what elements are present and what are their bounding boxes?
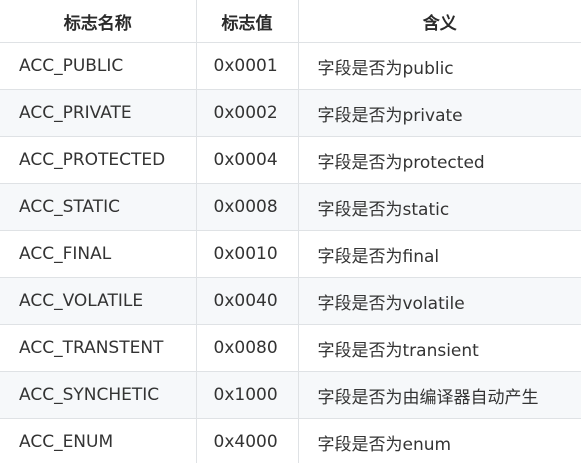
header-meaning: 含义 <box>298 0 581 43</box>
header-row: 标志名称 标志值 含义 <box>0 0 581 43</box>
flag-name-cell: ACC_VOLATILE <box>0 277 197 325</box>
meaning-cell: 字段是否为private <box>298 89 581 137</box>
flag-value-cell: 0x0001 <box>196 42 299 90</box>
meaning-cell: 字段是否为public <box>298 42 581 90</box>
table-row: ACC_PUBLIC 0x0001 字段是否为public <box>0 42 581 90</box>
table-row: ACC_VOLATILE 0x0040 字段是否为volatile <box>0 277 581 325</box>
meaning-cell: 字段是否为final <box>298 230 581 278</box>
flag-value-cell: 0x0080 <box>196 324 299 372</box>
flag-name-cell: ACC_PROTECTED <box>0 136 197 184</box>
meaning-cell: 字段是否为transient <box>298 324 581 372</box>
table-body: ACC_PUBLIC 0x0001 字段是否为public ACC_PRIVAT… <box>0 42 581 463</box>
table-header: 标志名称 标志值 含义 <box>0 0 581 43</box>
flag-name-cell: ACC_PUBLIC <box>0 42 197 90</box>
flag-value-cell: 0x0004 <box>196 136 299 184</box>
flag-name-cell: ACC_ENUM <box>0 418 197 463</box>
access-flags-table: 标志名称 标志值 含义 ACC_PUBLIC 0x0001 字段是否为publi… <box>0 0 581 463</box>
meaning-cell: 字段是否为protected <box>298 136 581 184</box>
flag-value-cell: 0x0002 <box>196 89 299 137</box>
meaning-cell: 字段是否为volatile <box>298 277 581 325</box>
flag-name-cell: ACC_TRANSTENT <box>0 324 197 372</box>
flag-value-cell: 0x0040 <box>196 277 299 325</box>
flag-value-cell: 0x0008 <box>196 183 299 231</box>
flag-name-cell: ACC_SYNCHETIC <box>0 371 197 419</box>
header-flag-name: 标志名称 <box>0 0 197 43</box>
table-row: ACC_SYNCHETIC 0x1000 字段是否为由编译器自动产生 <box>0 371 581 419</box>
table-row: ACC_FINAL 0x0010 字段是否为final <box>0 230 581 278</box>
flag-value-cell: 0x1000 <box>196 371 299 419</box>
header-flag-value: 标志值 <box>196 0 299 43</box>
meaning-cell: 字段是否为static <box>298 183 581 231</box>
table-row: ACC_STATIC 0x0008 字段是否为static <box>0 183 581 231</box>
table-row: ACC_PRIVATE 0x0002 字段是否为private <box>0 89 581 137</box>
table-row: ACC_ENUM 0x4000 字段是否为enum <box>0 418 581 463</box>
meaning-cell: 字段是否为由编译器自动产生 <box>298 371 581 419</box>
flag-name-cell: ACC_FINAL <box>0 230 197 278</box>
table-row: ACC_PROTECTED 0x0004 字段是否为protected <box>0 136 581 184</box>
table-row: ACC_TRANSTENT 0x0080 字段是否为transient <box>0 324 581 372</box>
flag-name-cell: ACC_PRIVATE <box>0 89 197 137</box>
flag-value-cell: 0x0010 <box>196 230 299 278</box>
meaning-cell: 字段是否为enum <box>298 418 581 463</box>
flag-name-cell: ACC_STATIC <box>0 183 197 231</box>
flag-value-cell: 0x4000 <box>196 418 299 463</box>
